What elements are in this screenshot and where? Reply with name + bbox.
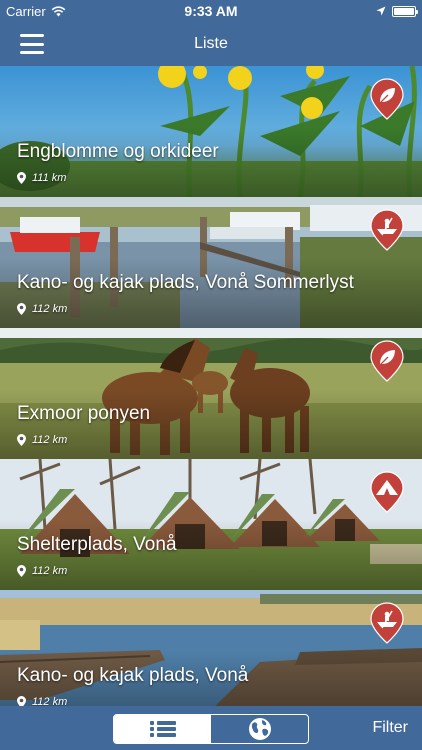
list-item[interactable]: Kano- og kajak plads, Vonå 112 km bbox=[0, 590, 422, 706]
battery-icon bbox=[392, 5, 418, 17]
status-left: Carrier bbox=[6, 4, 66, 19]
globe-icon bbox=[248, 718, 271, 740]
item-distance: 111 km bbox=[17, 172, 66, 184]
item-title: Engblomme og orkideer bbox=[17, 141, 219, 162]
map-pin-icon bbox=[17, 172, 26, 184]
page-title: Liste bbox=[194, 35, 228, 52]
wifi-icon bbox=[51, 5, 66, 16]
menu-button[interactable] bbox=[20, 34, 44, 54]
filter-button[interactable]: Filter bbox=[372, 719, 408, 737]
list-item[interactable]: Kano- og kajak plads, Vonå Sommerlyst 11… bbox=[0, 197, 422, 328]
distance-text: 112 km bbox=[32, 303, 68, 315]
list-item[interactable]: Shelterplads, Vonå 112 km bbox=[0, 459, 422, 590]
item-title: Kano- og kajak plads, Vonå bbox=[17, 665, 249, 686]
map-pin-icon bbox=[17, 696, 26, 706]
view-switcher bbox=[113, 714, 309, 744]
leaf-icon bbox=[370, 78, 404, 120]
list-item[interactable]: Exmoor ponyen 112 km bbox=[0, 328, 422, 459]
distance-text: 112 km bbox=[32, 696, 68, 706]
status-right bbox=[376, 5, 418, 17]
item-title: Kano- og kajak plads, Vonå Sommerlyst bbox=[17, 272, 354, 293]
boat-icon bbox=[370, 209, 404, 251]
distance-text: 111 km bbox=[32, 172, 67, 184]
item-distance: 112 km bbox=[17, 434, 67, 446]
hamburger-icon bbox=[20, 34, 44, 37]
distance-text: 112 km bbox=[32, 434, 68, 446]
bottom-toolbar: Filter bbox=[0, 706, 422, 750]
location-arrow-icon bbox=[376, 6, 386, 16]
distance-text: 112 km bbox=[32, 565, 68, 577]
item-distance: 112 km bbox=[17, 565, 67, 577]
map-pin-icon bbox=[17, 565, 26, 577]
map-view-button[interactable] bbox=[211, 715, 308, 743]
list-item[interactable]: Engblomme og orkideer 111 km bbox=[0, 66, 422, 197]
item-distance: 112 km bbox=[17, 303, 67, 315]
map-pin-icon bbox=[17, 434, 26, 446]
status-bar: Carrier 9:33 AM bbox=[0, 0, 422, 22]
nav-bar: Liste bbox=[0, 22, 422, 66]
list-view-button[interactable] bbox=[114, 715, 211, 743]
list-icon bbox=[149, 721, 176, 737]
map-pin-icon bbox=[17, 303, 26, 315]
leaf-icon bbox=[370, 340, 404, 382]
item-title: Exmoor ponyen bbox=[17, 403, 151, 424]
carrier-label: Carrier bbox=[6, 3, 46, 19]
item-distance: 112 km bbox=[17, 696, 67, 706]
place-list[interactable]: Engblomme og orkideer 111 km Kano- og ka… bbox=[0, 66, 422, 706]
boat-icon bbox=[370, 602, 404, 644]
item-title: Shelterplads, Vonå bbox=[17, 534, 177, 555]
tent-icon bbox=[370, 471, 404, 513]
